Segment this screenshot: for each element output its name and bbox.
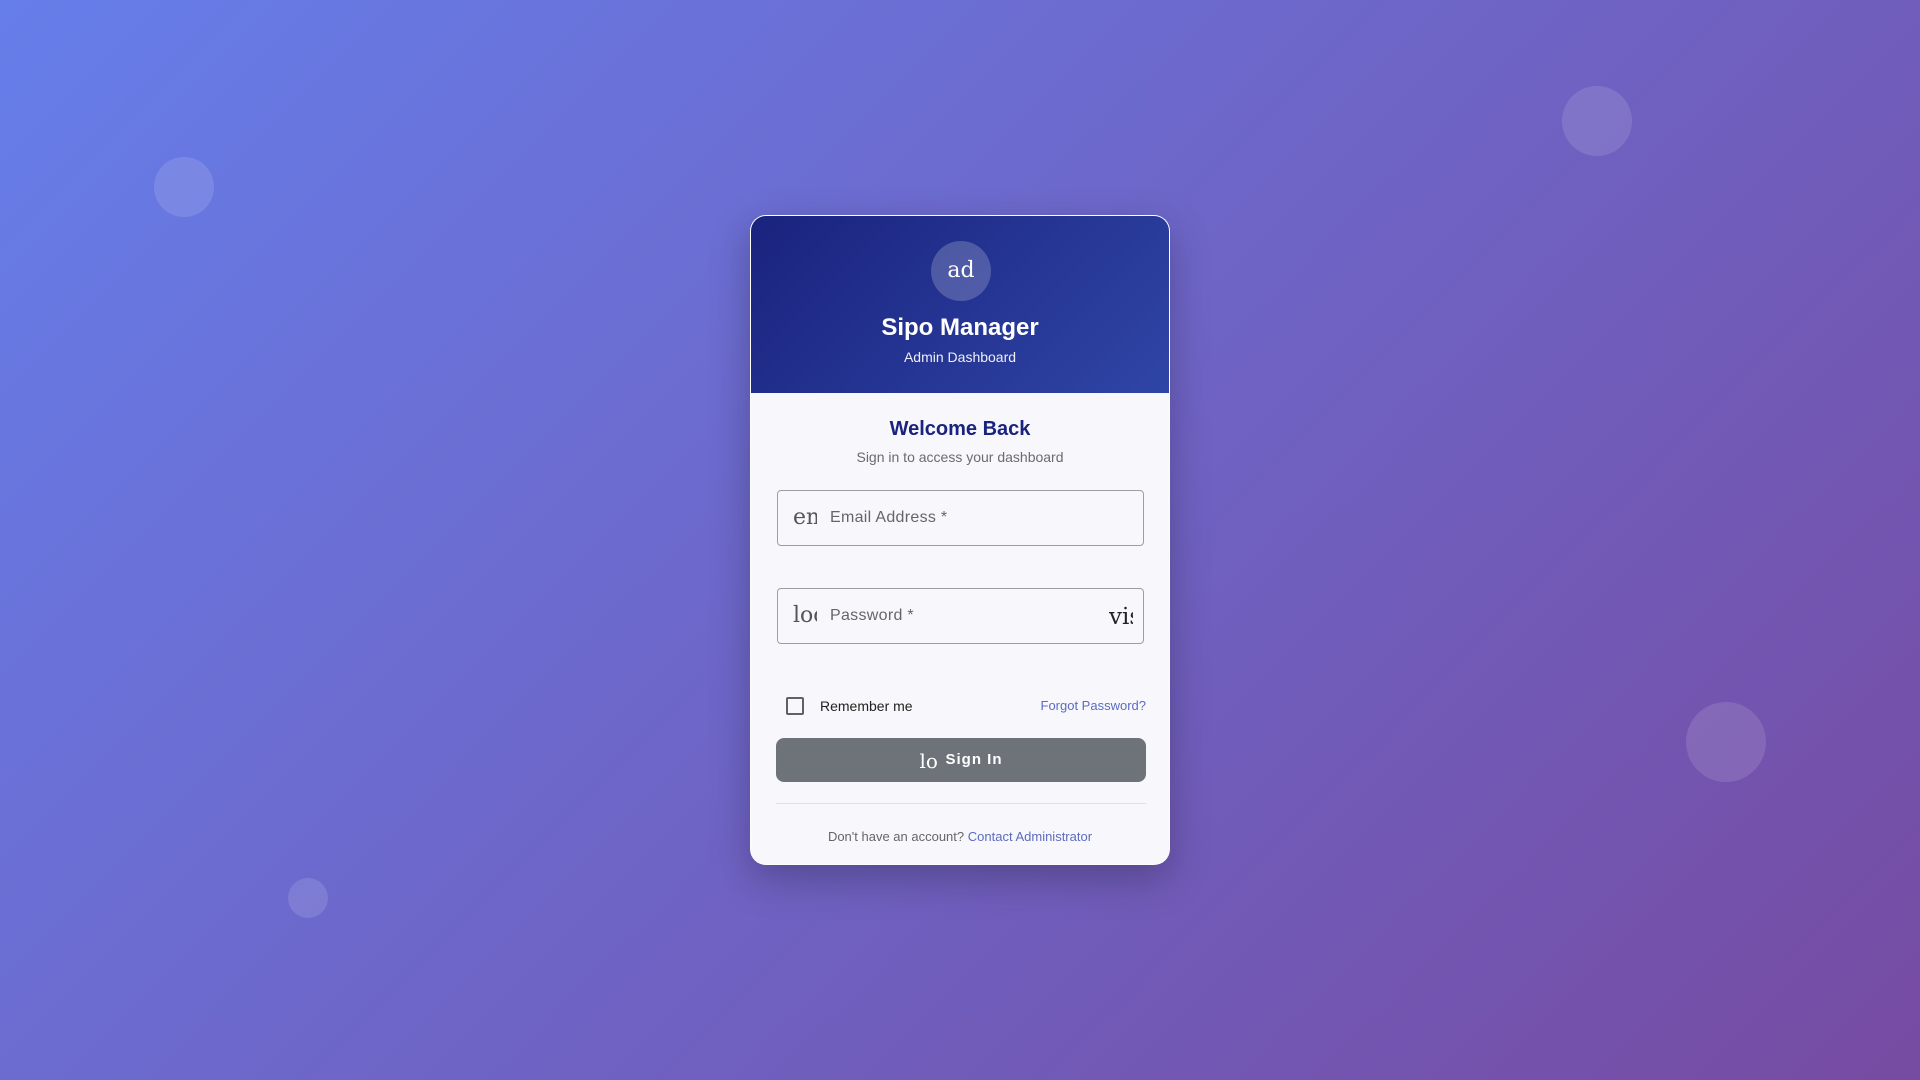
decorative-bubble	[288, 878, 328, 918]
sign-in-label: Sign In	[945, 750, 1003, 768]
password-input[interactable]	[830, 589, 1080, 643]
welcome-subtitle: Sign in to access your dashboard	[856, 449, 1064, 465]
remember-row: Remember me Forgot Password?	[777, 691, 1146, 721]
card-header: ad Sipo Manager Admin Dashboard	[751, 216, 1169, 393]
lock-icon: lock	[793, 603, 817, 628]
app-title: Sipo Manager	[881, 314, 1039, 341]
app-subtitle: Admin Dashboard	[903, 349, 1017, 365]
email-input[interactable]	[830, 491, 1080, 545]
decorative-bubble	[1686, 702, 1766, 782]
login-card: ad Sipo Manager Admin Dashboard Welcome …	[750, 215, 1170, 865]
sign-in-button-content: login Sign In	[920, 748, 1003, 770]
decorative-bubble	[154, 157, 214, 217]
welcome-title: Welcome Back	[889, 418, 1031, 440]
divider	[776, 803, 1146, 804]
password-field[interactable]: lock visibility	[777, 588, 1144, 644]
login-icon: login	[919, 749, 938, 770]
footer-text: Don't have an account? Contact Administr…	[751, 829, 1169, 844]
email-field[interactable]: email	[777, 490, 1144, 546]
forgot-password-link[interactable]: Forgot Password?	[1041, 698, 1147, 713]
contact-administrator-link[interactable]: Contact Administrator	[968, 829, 1092, 844]
remember-label[interactable]: Remember me	[820, 698, 913, 714]
email-icon: email	[793, 505, 817, 530]
admin-icon: ad	[931, 241, 991, 301]
footer-prompt: Don't have an account?	[827, 829, 965, 844]
visibility-icon[interactable]: visibility	[1109, 603, 1133, 631]
remember-checkbox[interactable]	[786, 697, 804, 715]
card-body: Welcome Back Sign in to access your dash…	[751, 393, 1169, 864]
sign-in-button[interactable]: login Sign In	[776, 738, 1146, 782]
decorative-bubble	[1562, 86, 1632, 156]
